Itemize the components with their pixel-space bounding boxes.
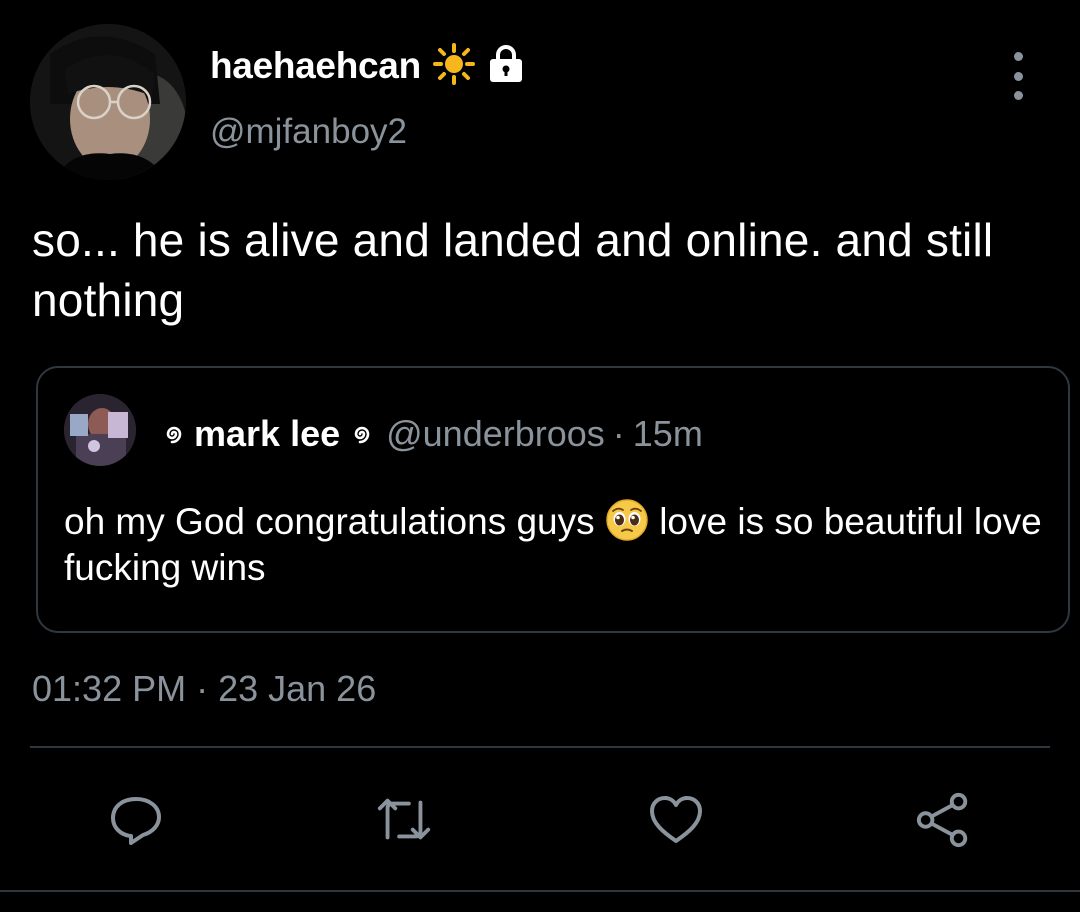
reply-button[interactable] [106, 790, 166, 850]
quoted-tweet-card[interactable]: mark lee @underbroos · 15m oh my God con… [36, 366, 1070, 633]
spiral-icon [350, 413, 374, 455]
more-dot [1013, 52, 1023, 61]
like-icon [650, 796, 702, 843]
spiral-icon [162, 413, 186, 455]
share-icon [916, 792, 968, 848]
author-name-row[interactable]: haehaehcan [210, 42, 525, 90]
reply-icon [111, 797, 161, 845]
tweet-text: so... he is alive and landed and online.… [32, 214, 994, 326]
quoted-author-handle[interactable]: @underbroos [386, 413, 605, 455]
quoted-author-name[interactable]: mark lee [194, 413, 340, 455]
quoted-time: 15m [632, 413, 703, 454]
quoted-header: mark lee @underbroos · 15m [162, 412, 703, 456]
more-dot [1013, 91, 1023, 100]
retweet-icon [377, 798, 431, 840]
bottom-divider [0, 890, 1080, 892]
quoted-separator: · [612, 413, 625, 454]
sun-icon [432, 42, 475, 90]
more-dot [1013, 71, 1023, 81]
avatar-photo [30, 24, 186, 180]
lock-icon [487, 44, 525, 89]
more-options-icon[interactable] [1000, 52, 1036, 100]
pleading-face-emoji [605, 498, 649, 542]
author-handle[interactable]: @mjfanboy2 [210, 112, 407, 152]
share-button[interactable] [914, 790, 974, 850]
quoted-tweet-text: oh my God congratulations guys love is s… [64, 498, 1044, 591]
quoted-author-avatar[interactable] [64, 394, 136, 466]
like-button[interactable] [646, 790, 706, 850]
author-avatar[interactable] [30, 24, 186, 180]
author-display-name[interactable]: haehaehcan [210, 45, 421, 87]
retweet-button[interactable] [374, 790, 434, 850]
quoted-text-part1: oh my God congratulations guys [64, 501, 605, 542]
tweet-timestamp[interactable]: 01:32 PM · 23 Jan 26 [32, 668, 376, 710]
divider [30, 746, 1050, 748]
quoted-avatar-photo [64, 394, 136, 466]
